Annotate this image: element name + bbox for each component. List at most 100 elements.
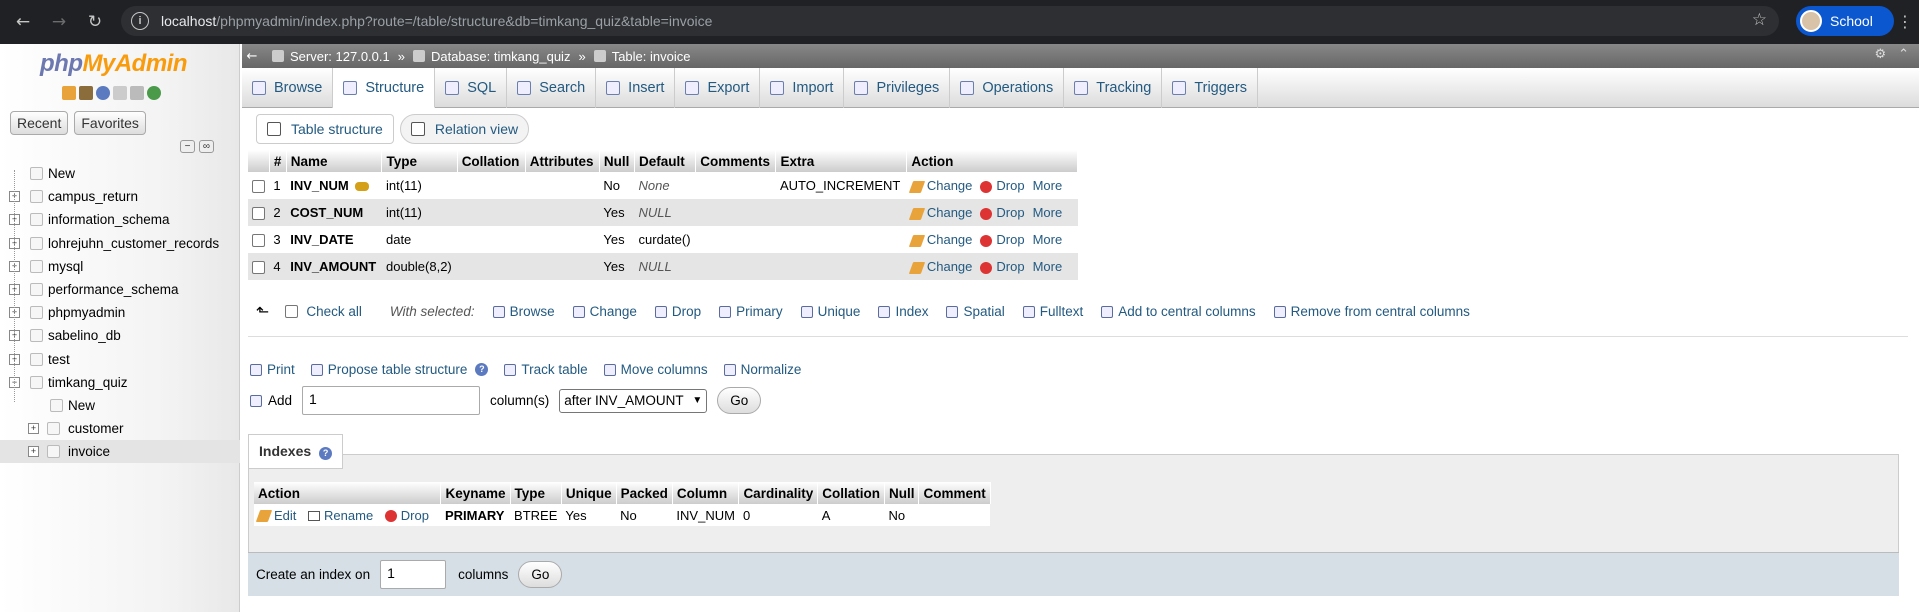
bookmark-star-icon[interactable]: ☆ xyxy=(1752,10,1767,30)
tree-label[interactable]: invoice xyxy=(68,444,110,459)
tab-relation-view[interactable]: Relation view xyxy=(399,114,530,144)
back-arrow-icon[interactable]: ← xyxy=(10,9,36,35)
with-selected-index-button[interactable]: Index xyxy=(878,304,928,319)
help-icon[interactable]: ? xyxy=(319,447,333,460)
collapse-all-icon[interactable]: − xyxy=(180,140,195,153)
propose-structure-link[interactable]: Propose table structure? xyxy=(310,362,489,377)
tree-item-new[interactable]: New xyxy=(0,162,240,185)
change-button[interactable]: Change xyxy=(908,178,972,193)
tree-label[interactable]: performance_schema xyxy=(48,282,179,297)
track-table-link[interactable]: Track table xyxy=(504,362,588,377)
change-button[interactable]: Change xyxy=(908,232,972,247)
tab-triggers[interactable]: Triggers xyxy=(1162,68,1258,108)
tree-label[interactable]: phpmyadmin xyxy=(48,305,125,320)
drop-button[interactable]: Drop xyxy=(980,259,1025,274)
recent-button[interactable]: Recent xyxy=(10,111,69,135)
tab-structure[interactable]: Structure xyxy=(333,68,436,108)
tree-item-table[interactable]: + invoice xyxy=(0,440,240,464)
tree-label[interactable]: mysql xyxy=(48,259,83,274)
tree-item-database[interactable]: + sabelino_db xyxy=(0,324,240,347)
row-checkbox[interactable] xyxy=(252,261,265,275)
tab-privileges[interactable]: Privileges xyxy=(844,68,951,108)
browser-menu-icon[interactable]: ⋮ xyxy=(1897,12,1913,31)
with-selected-spatial-button[interactable]: Spatial xyxy=(946,304,1005,319)
tree-item-database[interactable]: + performance_schema xyxy=(0,278,240,301)
docs-icon[interactable] xyxy=(113,86,127,100)
profile-button[interactable]: School xyxy=(1796,6,1894,36)
expand-icon[interactable]: + xyxy=(28,423,39,435)
rename-index-button[interactable]: Rename xyxy=(308,508,373,523)
logout-icon[interactable] xyxy=(79,86,93,100)
breadcrumb-server[interactable]: Server: 127.0.0.1 xyxy=(272,49,390,64)
site-info-icon[interactable]: i xyxy=(131,12,149,30)
tree-label[interactable]: sabelino_db xyxy=(48,328,121,343)
more-dropdown[interactable]: More xyxy=(1033,178,1063,193)
help-icon[interactable] xyxy=(96,86,110,100)
tab-sql[interactable]: SQL xyxy=(435,68,508,108)
edit-index-button[interactable]: Edit xyxy=(255,508,296,523)
print-link[interactable]: Print xyxy=(250,362,295,377)
check-all-label[interactable]: Check all xyxy=(306,304,362,319)
column-header[interactable]: Name xyxy=(286,150,383,172)
more-dropdown[interactable]: More xyxy=(1033,259,1063,274)
create-index-go-button[interactable]: Go xyxy=(518,561,563,588)
with-selected-unique-button[interactable]: Unique xyxy=(800,304,860,319)
home-icon[interactable] xyxy=(62,86,76,100)
with-selected-browse-button[interactable]: Browse xyxy=(492,304,555,319)
with-selected-add-to-central-columns-button[interactable]: Add to central columns xyxy=(1101,304,1256,319)
tree-item-database[interactable]: + campus_return xyxy=(0,185,240,208)
tab-insert[interactable]: Insert xyxy=(596,68,676,108)
index-column-count-input[interactable]: 1 xyxy=(380,560,447,589)
move-columns-link[interactable]: Move columns xyxy=(603,362,708,377)
column-count-input[interactable]: 1 xyxy=(302,386,481,415)
add-columns-go-button[interactable]: Go xyxy=(717,387,762,414)
more-dropdown[interactable]: More xyxy=(1033,205,1063,220)
check-all-checkbox[interactable] xyxy=(285,305,299,318)
with-selected-primary-button[interactable]: Primary xyxy=(719,304,783,319)
phpmyadmin-logo[interactable]: phpMyAdmin xyxy=(40,50,187,78)
tree-label[interactable]: New xyxy=(68,398,95,413)
breadcrumb-database[interactable]: Database: timkang_quiz xyxy=(412,49,570,64)
tree-label[interactable]: timkang_quiz xyxy=(48,375,128,390)
reload-icon[interactable]: ↻ xyxy=(82,9,108,35)
tree-item-database[interactable]: + test xyxy=(0,348,240,371)
tree-label[interactable]: test xyxy=(48,352,70,367)
tab-table-structure[interactable]: Table structure xyxy=(256,114,394,144)
with-selected-change-button[interactable]: Change xyxy=(572,304,637,319)
with-selected-drop-button[interactable]: Drop xyxy=(654,304,701,319)
more-dropdown[interactable]: More xyxy=(1033,232,1063,247)
row-checkbox[interactable] xyxy=(252,234,265,248)
tree-item-new-table[interactable]: New xyxy=(0,394,240,417)
tree-item-database[interactable]: + mysql xyxy=(0,255,240,278)
expand-icon[interactable]: + xyxy=(28,446,39,458)
tree-item-database[interactable]: + phpmyadmin xyxy=(0,301,240,324)
change-button[interactable]: Change xyxy=(908,259,972,274)
settings-icon[interactable] xyxy=(130,86,144,100)
tree-label[interactable]: New xyxy=(48,166,75,181)
favorites-button[interactable]: Favorites xyxy=(74,111,146,135)
tab-operations[interactable]: Operations xyxy=(950,68,1065,108)
tree-item-table[interactable]: + customer xyxy=(0,417,240,440)
with-selected-fulltext-button[interactable]: Fulltext xyxy=(1022,304,1083,319)
maximize-icon[interactable]: ⌃ xyxy=(1898,47,1909,62)
tree-item-database[interactable]: − timkang_quiz xyxy=(0,371,240,394)
url-text[interactable]: localhost/phpmyadmin/index.php?route=/ta… xyxy=(161,13,712,29)
tree-item-database[interactable]: + information_schema xyxy=(0,208,240,231)
drop-button[interactable]: Drop xyxy=(980,178,1025,193)
gear-icon[interactable]: ⚙ xyxy=(1874,47,1886,62)
tree-label[interactable]: information_schema xyxy=(48,212,170,227)
tab-tracking[interactable]: Tracking xyxy=(1064,68,1163,108)
tab-export[interactable]: Export xyxy=(675,68,761,108)
tree-item-database[interactable]: + lohrejuhn_customer_records xyxy=(0,232,240,255)
tab-search[interactable]: Search xyxy=(507,68,597,108)
row-checkbox[interactable] xyxy=(252,180,265,194)
column-position-select[interactable]: after INV_AMOUNT ▼ xyxy=(559,388,708,413)
drop-button[interactable]: Drop xyxy=(980,232,1025,247)
tree-label[interactable]: campus_return xyxy=(48,189,138,204)
drop-button[interactable]: Drop xyxy=(980,205,1025,220)
change-button[interactable]: Change xyxy=(908,205,972,220)
breadcrumb-table[interactable]: Table: invoice xyxy=(593,49,690,64)
link-with-main-icon[interactable]: ∞ xyxy=(199,140,214,153)
tree-label[interactable]: lohrejuhn_customer_records xyxy=(48,236,219,251)
with-selected-remove-from-central-columns-button[interactable]: Remove from central columns xyxy=(1273,304,1470,319)
